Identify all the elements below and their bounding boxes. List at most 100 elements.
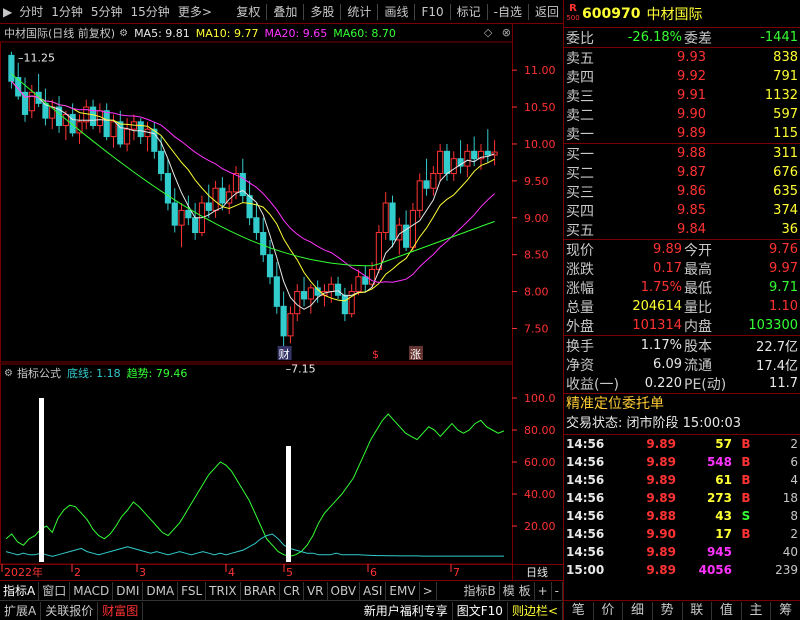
quote-value: 0.17 <box>653 261 682 276</box>
tab-brar[interactable]: BRAR <box>241 581 281 600</box>
tab-cr[interactable]: CR <box>280 581 304 600</box>
kline-chart[interactable]: 11.00 10.50 10.00 9.50 9.00 8.50 8.00 7.50 100.0… <box>0 24 563 580</box>
tick-row[interactable]: 14:56 9.89 61 B 4 <box>564 471 800 489</box>
tab-shi[interactable]: 势 <box>653 601 683 620</box>
bid-row[interactable]: 买二 9.87 676 <box>564 163 800 182</box>
tab-lian[interactable]: 联 <box>683 601 713 620</box>
tb-zixuan[interactable]: -自选 <box>490 0 526 24</box>
tb-more[interactable]: 更多> <box>174 0 216 24</box>
tab-emv[interactable]: EMV <box>386 581 420 600</box>
tb-huaxian[interactable]: 画线 <box>380 0 412 24</box>
bid-row[interactable]: 买一 9.88 311 <box>564 144 800 163</box>
new-user-promo-link[interactable]: 新用户福利专享 <box>360 601 453 620</box>
close-circle-icon[interactable]: ⊗ <box>502 26 511 39</box>
tb-1min[interactable]: 1分钟 <box>47 0 87 24</box>
chart-area[interactable]: 11.00 10.50 10.00 9.50 9.00 8.50 8.00 7.50 100.0… <box>0 24 563 580</box>
ask-row[interactable]: 卖五 9.93 838 <box>564 48 800 67</box>
tick-row[interactable]: 14:56 9.88 43 S 8 <box>564 507 800 525</box>
ask-volume: 838 <box>773 50 798 65</box>
tick-row[interactable]: 14:56 9.89 57 B 2 <box>564 435 800 453</box>
stat-value: 6.09 <box>653 357 682 372</box>
tab-zhibiao-b[interactable]: 指标B <box>461 581 500 600</box>
tb-fuquan[interactable]: 复权 <box>232 0 264 24</box>
ask-row[interactable]: 卖二 9.90 597 <box>564 105 800 124</box>
tb-back[interactable]: 返回 <box>531 0 563 24</box>
candle-down <box>253 217 260 234</box>
tab-jia[interactable]: 价 <box>594 601 624 620</box>
tab-obv[interactable]: OBV <box>328 581 361 600</box>
tab-zhibiao-a[interactable]: 指标A <box>0 581 40 600</box>
candle-down <box>158 150 165 174</box>
bid-row[interactable]: 买三 9.86 635 <box>564 182 800 201</box>
tab-moban[interactable]: 模 板 <box>500 581 535 600</box>
candle-up <box>328 283 335 293</box>
ask-row[interactable]: 卖四 9.92 791 <box>564 67 800 86</box>
tick-row[interactable]: 14:56 9.89 945 40 <box>564 543 800 561</box>
tab-xi[interactable]: 细 <box>623 601 653 620</box>
stock-title: R 500 600970 中材国际 <box>564 0 800 28</box>
tab-asi[interactable]: ASI <box>360 581 387 600</box>
tab-fsl[interactable]: FSL <box>178 581 207 600</box>
settings-icon[interactable]: ⚙ <box>4 368 13 379</box>
play-icon[interactable]: ▶ <box>0 0 15 24</box>
tb-5min[interactable]: 5分钟 <box>87 0 127 24</box>
tb-duogu[interactable]: 多股 <box>306 0 338 24</box>
tick-price: 9.89 <box>646 437 676 451</box>
tab-caifutu[interactable]: 财富图 <box>98 601 144 620</box>
tab-guanlian-baojia[interactable]: 关联报价 <box>41 601 99 620</box>
ask-row[interactable]: 卖三 9.91 1132 <box>564 86 800 105</box>
tick-time: 14:56 <box>566 527 605 541</box>
zoom-out-button[interactable]: - <box>552 581 563 600</box>
tick-volume: 17 <box>715 527 732 541</box>
chart-stock-name: 中材国际(日线 前复权) <box>4 27 116 40</box>
stat-row: 收益(一) 0.220 PE(动) 11.7 <box>564 374 800 393</box>
tick-row[interactable]: 14:56 9.89 548 B 6 <box>564 453 800 471</box>
ask-price: 9.89 <box>677 126 706 141</box>
bid-label: 买一 <box>566 146 594 163</box>
candle-down <box>334 283 342 296</box>
tick-time: 14:56 <box>566 491 605 505</box>
tab-zhu[interactable]: 主 <box>742 601 772 620</box>
candle-up <box>464 150 471 167</box>
tick-row[interactable]: 15:00 9.89 4056 239 <box>564 561 800 579</box>
tab-kuozhan-a[interactable]: 扩展A <box>0 601 42 620</box>
tab-macd[interactable]: MACD <box>70 581 114 600</box>
sidebar-toggle[interactable]: 则边栏< <box>508 601 563 620</box>
tick-time: 14:56 <box>566 545 605 559</box>
stat-value: 0.220 <box>644 376 682 391</box>
tab-chou[interactable]: 筹 <box>771 602 800 620</box>
tb-15min[interactable]: 15分钟 <box>127 0 174 24</box>
tab-dmi[interactable]: DMI <box>113 581 144 600</box>
bid-row[interactable]: 买五 9.84 36 <box>564 220 800 239</box>
tab-zhi[interactable]: 值 <box>712 601 742 620</box>
order-section-title[interactable]: 精准定位委托单 <box>564 394 800 414</box>
settings-icon[interactable]: ⚙ <box>119 28 128 39</box>
bid-row[interactable]: 买四 9.85 374 <box>564 201 800 220</box>
candle-down <box>164 172 172 204</box>
quote-value: 204614 <box>632 299 682 314</box>
quote-value: 1.75% <box>640 280 682 295</box>
tb-biaoji[interactable]: 标记 <box>453 0 485 24</box>
trading-status-label: 交易状态: 闭市阶段 <box>566 416 679 431</box>
tick-row[interactable]: 14:56 9.89 273 B 18 <box>564 489 800 507</box>
tb-f10[interactable]: F10 <box>417 0 447 24</box>
toolbar-divider <box>303 3 305 20</box>
tab-dma[interactable]: DMA <box>143 581 179 600</box>
diamond-icon[interactable]: ◇ <box>484 26 492 39</box>
tb-fenshi[interactable]: 分时 <box>15 0 47 24</box>
ask-row[interactable]: 卖一 9.89 115 <box>564 124 800 143</box>
tick-time: 15:00 <box>566 563 605 577</box>
tab-tuwen-f10[interactable]: 图文F10 <box>453 601 508 620</box>
tab-chuangkou[interactable]: 窗口 <box>39 581 71 600</box>
tab-more-arrow[interactable]: > <box>420 581 437 600</box>
tab-trix[interactable]: TRIX <box>206 581 241 600</box>
tab-bi[interactable]: 笔 <box>564 601 594 620</box>
tick-list[interactable]: 14:56 9.89 57 B 2 14:56 9.89 548 B 6 14:56 9.89 61 B 4… <box>564 435 800 579</box>
quote-label: 外盘 <box>566 318 594 335</box>
tick-row[interactable]: 14:56 9.90 17 B 2 <box>564 525 800 543</box>
candle-up <box>287 313 294 337</box>
zoom-in-button[interactable]: + <box>535 581 552 600</box>
tb-diejia[interactable]: 叠加 <box>269 0 301 24</box>
tb-tongji[interactable]: 统计 <box>343 0 375 24</box>
tab-vr[interactable]: VR <box>304 581 328 600</box>
